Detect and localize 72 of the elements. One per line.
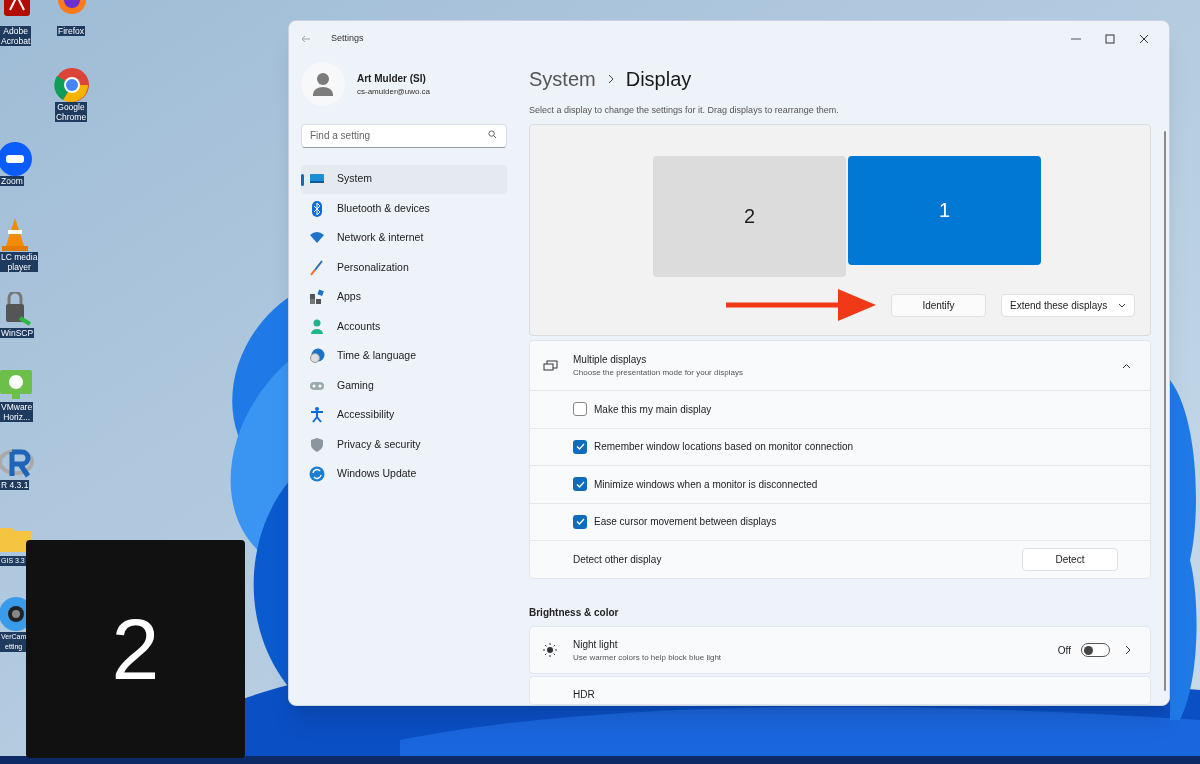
section-title: Multiple displays	[573, 353, 648, 368]
display-number: 2	[111, 606, 160, 692]
nav-item[interactable]: Personalization	[301, 253, 507, 283]
section-header[interactable]: Multiple displays Choose the presentation mode for your displays	[530, 341, 1150, 392]
detect-button[interactable]: Detect	[1022, 548, 1118, 572]
checkbox[interactable]	[573, 402, 587, 417]
nav-item[interactable]: Bluetooth & devices	[301, 194, 507, 224]
night-light-card[interactable]: Night light Use warmer colors to help block blue light Off	[529, 626, 1151, 675]
hdr-card[interactable]: HDR	[529, 676, 1151, 705]
maximize-icon[interactable]	[1105, 34, 1115, 44]
monitors-icon	[543, 359, 558, 372]
desktop-icon-label[interactable]: Adobe Acrobat	[0, 26, 32, 46]
nav-item[interactable]: Apps	[301, 282, 507, 312]
window-title: Settings	[331, 32, 364, 46]
checkbox-label: Ease cursor movement between displays	[594, 515, 777, 530]
nav-icon	[309, 289, 325, 306]
nav-icon	[309, 436, 325, 453]
desktop-icon-label[interactable]: WinSCP	[0, 328, 35, 338]
page-title: Display	[625, 67, 692, 92]
checkbox-label: Minimize windows when a monitor is disconnected	[594, 477, 818, 492]
desktop-icon-label[interactable]: Zoom	[0, 176, 24, 186]
checkbox[interactable]	[573, 514, 587, 529]
avatar-icon	[301, 62, 345, 106]
setting-title: HDR	[573, 688, 595, 702]
section-heading: Brightness & color	[529, 606, 620, 621]
brightness-icon	[543, 643, 557, 658]
nav-icon	[309, 348, 325, 365]
close-icon[interactable]	[1139, 34, 1149, 44]
breadcrumb-parent[interactable]: System	[529, 64, 596, 94]
checkbox-label: Remember window locations based on monitor connection	[594, 440, 854, 455]
nav-item[interactable]: Gaming	[301, 371, 507, 401]
checkbox-label: Make this my main display	[594, 402, 712, 417]
chevron-icon	[607, 74, 614, 84]
profile-email: cs-amulder@uwo.ca	[357, 85, 431, 98]
display-tile[interactable]: 1	[848, 155, 1041, 265]
setting-title: Night light	[573, 637, 619, 652]
description-text: Select a display to change the settings for it. Drag displays to rearrange them.	[529, 104, 840, 117]
nav-item[interactable]: Accessibility	[301, 400, 507, 430]
desktop-icon-label[interactable]: LC media player	[0, 252, 39, 272]
display-tile[interactable]: 2	[653, 155, 846, 277]
section-subtitle: Choose the presentation mode for your displays	[573, 367, 743, 380]
nav-item[interactable]: Windows Update	[301, 459, 507, 489]
setting-subtitle: Use warmer colors to help block blue light	[573, 651, 722, 664]
nav-item[interactable]: Network & internet	[301, 223, 507, 253]
search-field[interactable]: Find a setting	[301, 123, 507, 148]
nav-item[interactable]: Privacy & security	[301, 430, 507, 460]
nav-item[interactable]: Accounts	[301, 312, 507, 342]
identify-button[interactable]: Identify	[891, 293, 986, 317]
desktop-icon-label[interactable]: VMware Horiz...	[0, 402, 34, 422]
checkbox[interactable]	[573, 477, 587, 492]
chevron-icon[interactable]	[1125, 645, 1131, 656]
desktop-icon-label[interactable]: Google Chrome	[54, 102, 88, 122]
checkbox[interactable]	[573, 439, 587, 454]
scrollbar[interactable]	[1164, 131, 1166, 691]
toggle-switch[interactable]	[1081, 643, 1110, 658]
desktop-icon-label[interactable]: Firefox	[57, 26, 85, 36]
nav-icon	[309, 466, 325, 483]
chevron-icon[interactable]	[1122, 362, 1131, 369]
state-text: Off	[1057, 643, 1071, 658]
nav-icon	[309, 200, 325, 217]
nav-icon	[309, 407, 325, 424]
search-icon[interactable]	[488, 130, 497, 139]
nav-icon	[309, 318, 325, 335]
app-icon[interactable]	[0, 140, 34, 176]
profile-name: Art Mulder (SI)	[357, 71, 427, 86]
detect-label: Detect other display	[573, 553, 662, 568]
desktop-icon-label[interactable]: R 4.3.1	[0, 480, 30, 490]
nav-item[interactable]: Time & language	[301, 341, 507, 371]
nav-icon	[309, 259, 325, 276]
nav-item[interactable]: System	[301, 164, 507, 194]
caret-icon	[1118, 302, 1126, 308]
arrangement-dropdown[interactable]: Extend these displays	[1001, 293, 1135, 317]
